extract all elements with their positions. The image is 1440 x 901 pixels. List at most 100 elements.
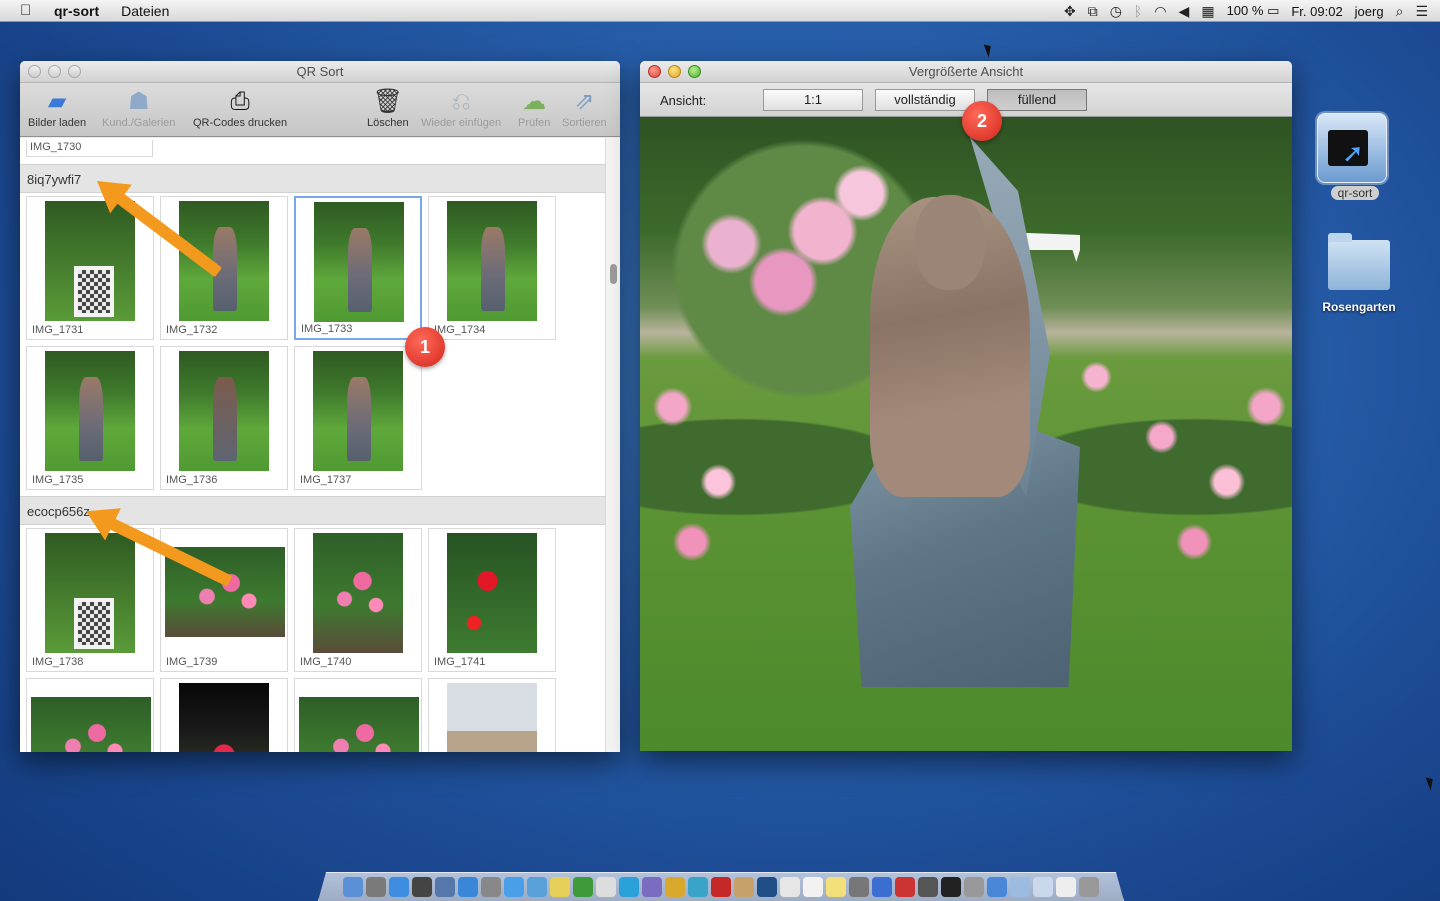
image-tile[interactable]: IMG_1740 bbox=[294, 528, 422, 672]
customers-galleries-label: Kund./Galerien bbox=[102, 117, 176, 129]
documents-icon[interactable] bbox=[1033, 877, 1053, 897]
stickies-icon[interactable] bbox=[826, 877, 846, 897]
titlebar[interactable]: Vergrößerte Ansicht bbox=[640, 61, 1292, 83]
scrollbar-thumb[interactable] bbox=[610, 264, 617, 284]
spotlight-icon[interactable]: ⌕ bbox=[1396, 3, 1404, 20]
print-qr-codes-button[interactable]: ⎙ QR-Codes drucken bbox=[193, 87, 287, 129]
sort-button[interactable]: ⇗ Sortieren bbox=[562, 87, 607, 129]
image-tile[interactable]: IMG_1738 bbox=[26, 528, 154, 672]
statue-head bbox=[915, 195, 985, 290]
check-button[interactable]: ☁ Prüfen bbox=[518, 87, 550, 129]
file-icon[interactable] bbox=[1056, 877, 1076, 897]
image-thumbnail bbox=[179, 351, 269, 471]
calendar-icon[interactable] bbox=[780, 877, 800, 897]
dropbox-icon[interactable]: ✥ bbox=[1064, 3, 1076, 20]
textedit-icon[interactable] bbox=[803, 877, 823, 897]
image-caption: IMG_1730 bbox=[26, 140, 153, 157]
close-button[interactable] bbox=[648, 65, 661, 78]
app-menu[interactable]: qr-sort bbox=[54, 3, 99, 19]
calendar-icon[interactable]: ▦ bbox=[1201, 3, 1214, 20]
load-images-button[interactable]: ▰ Bilder laden bbox=[28, 87, 86, 129]
image-tile[interactable]: IMG_1741 bbox=[428, 528, 556, 672]
titlebar[interactable]: QR Sort bbox=[20, 61, 620, 83]
zoom-button[interactable] bbox=[688, 65, 701, 78]
image-tile[interactable]: IMG_1734 bbox=[428, 196, 556, 340]
user-menu[interactable]: joerg bbox=[1355, 4, 1384, 19]
notification-list-icon[interactable]: ☰ bbox=[1415, 3, 1428, 20]
image-tile[interactable]: IMG_1732 bbox=[160, 196, 288, 340]
reinsert-button[interactable]: ⎌ Wieder einfügen bbox=[421, 87, 501, 129]
qr-sort-window: QR Sort ▰ Bilder laden ☗ Kund./Galerien … bbox=[20, 61, 620, 752]
skype-icon[interactable] bbox=[619, 877, 639, 897]
wifi-icon[interactable]: ◠ bbox=[1154, 3, 1166, 20]
view-1to1-button[interactable]: 1:1 bbox=[763, 89, 863, 111]
volume-icon[interactable]: ◀ bbox=[1179, 3, 1190, 20]
zoom-button[interactable] bbox=[68, 65, 81, 78]
image-tile-selected[interactable]: IMG_1733 bbox=[294, 196, 422, 340]
photos-icon[interactable] bbox=[849, 877, 869, 897]
notes-icon[interactable] bbox=[550, 877, 570, 897]
database-icon[interactable] bbox=[665, 877, 685, 897]
image-grid[interactable]: IMG_1730 8iq7ywfi7 IMG_1731 IMG_1732 IMG… bbox=[20, 138, 605, 752]
menu-dateien[interactable]: Dateien bbox=[121, 3, 169, 19]
image-tile[interactable]: IMG_1737 bbox=[294, 346, 422, 490]
dock bbox=[318, 872, 1124, 901]
system-prefs-icon[interactable] bbox=[481, 877, 501, 897]
trash-icon[interactable] bbox=[1079, 877, 1099, 897]
terminal-icon[interactable] bbox=[918, 877, 938, 897]
view-full-button[interactable]: vollständig bbox=[875, 89, 975, 111]
image-tile[interactable]: IMG_1735 bbox=[26, 346, 154, 490]
folder-icon[interactable] bbox=[1010, 877, 1030, 897]
photoshop-icon[interactable] bbox=[757, 877, 777, 897]
delete-button[interactable]: 🗑 Löschen bbox=[367, 87, 409, 129]
bluetooth-icon[interactable]: ᛒ bbox=[1134, 3, 1142, 19]
launchpad-icon[interactable] bbox=[366, 877, 386, 897]
minimize-button[interactable] bbox=[48, 65, 61, 78]
php-icon[interactable] bbox=[642, 877, 662, 897]
view-fill-button[interactable]: füllend bbox=[987, 89, 1087, 111]
image-thumbnail bbox=[314, 202, 404, 322]
image-thumbnail bbox=[447, 533, 537, 653]
image-caption: IMG_1738 bbox=[32, 656, 84, 668]
books-icon[interactable] bbox=[734, 877, 754, 897]
tree-icon[interactable] bbox=[573, 877, 593, 897]
image-thumbnail bbox=[313, 533, 403, 653]
desktop-icon-qr-sort[interactable]: ➚ qr-sort bbox=[1317, 113, 1393, 200]
finder-icon[interactable] bbox=[343, 877, 363, 897]
close-button[interactable] bbox=[28, 65, 41, 78]
itunes-icon[interactable] bbox=[872, 877, 892, 897]
menu-bar:  qr-sort Dateien ✥ ⧉ ◷ ᛒ ◠ ◀ ▦ 100 % ▭ … bbox=[0, 0, 1440, 22]
image-tile[interactable]: IMG_1736 bbox=[160, 346, 288, 490]
timemachine-icon[interactable]: ◷ bbox=[1110, 3, 1122, 20]
toolbar: ▰ Bilder laden ☗ Kund./Galerien ⎙ QR-Cod… bbox=[20, 83, 620, 137]
clock[interactable]: Fr. 09:02 bbox=[1291, 4, 1342, 19]
image-tile[interactable] bbox=[428, 678, 556, 752]
window-icon[interactable]: ⧉ bbox=[1088, 3, 1098, 20]
image-tile[interactable] bbox=[26, 678, 154, 752]
image-thumbnail bbox=[299, 697, 419, 752]
vertical-scrollbar[interactable] bbox=[605, 138, 620, 752]
apple-menu-icon[interactable]:  bbox=[20, 2, 40, 19]
annotation-badge-2: 2 bbox=[962, 101, 1002, 141]
globe-icon[interactable] bbox=[596, 877, 616, 897]
dashboard-icon[interactable] bbox=[412, 877, 432, 897]
activity-icon[interactable] bbox=[941, 877, 961, 897]
network-icon[interactable] bbox=[688, 877, 708, 897]
image-tile[interactable] bbox=[160, 678, 288, 752]
folder-icon bbox=[1328, 233, 1390, 290]
customers-galleries-button[interactable]: ☗ Kund./Galerien bbox=[102, 87, 175, 129]
font-icon[interactable] bbox=[964, 877, 984, 897]
mail-icon[interactable] bbox=[527, 877, 547, 897]
image-tile[interactable] bbox=[294, 678, 422, 752]
desktop-icon-rosengarten[interactable]: Rosengarten bbox=[1316, 233, 1402, 314]
minimize-button[interactable] bbox=[668, 65, 681, 78]
messages-icon[interactable] bbox=[504, 877, 524, 897]
flashcard-icon[interactable] bbox=[895, 877, 915, 897]
appstore-icon[interactable] bbox=[458, 877, 478, 897]
battery-status[interactable]: 100 % ▭ bbox=[1227, 3, 1280, 19]
filezilla-icon[interactable] bbox=[711, 877, 731, 897]
safari-icon[interactable] bbox=[389, 877, 409, 897]
window-controls bbox=[648, 65, 701, 78]
preview-icon[interactable] bbox=[435, 877, 455, 897]
qr-sort-icon[interactable] bbox=[987, 877, 1007, 897]
